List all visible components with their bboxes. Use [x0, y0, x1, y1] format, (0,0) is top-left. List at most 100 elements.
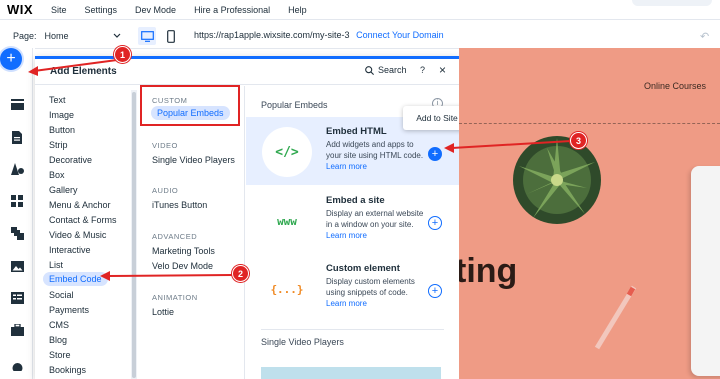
add-to-site-button[interactable]: + — [428, 284, 442, 298]
category-scrollbar-thumb[interactable] — [132, 92, 136, 378]
online-courses-text[interactable]: Online Courses — [644, 81, 706, 91]
sections-icon[interactable] — [7, 94, 27, 114]
subcategory-item[interactable]: Marketing Tools — [152, 246, 215, 256]
section-title: Popular Embeds — [261, 100, 328, 110]
connect-domain-link[interactable]: Connect Your Domain — [356, 30, 444, 40]
menu-settings[interactable]: Settings — [85, 5, 118, 15]
pages-icon[interactable] — [7, 127, 27, 147]
embed-description: Display custom elements using snippets o… — [326, 276, 426, 309]
category-item[interactable]: Decorative — [49, 155, 92, 165]
section-title: Single Video Players — [261, 337, 344, 347]
embed-name: Custom element — [326, 263, 400, 274]
category-item[interactable]: Bookings — [49, 365, 86, 375]
category-item[interactable]: Strip — [49, 140, 68, 150]
menu-dev-mode[interactable]: Dev Mode — [135, 5, 176, 15]
learn-more-link[interactable]: Learn more — [326, 162, 367, 171]
page-select[interactable]: Home — [45, 31, 121, 41]
divider — [261, 329, 444, 330]
subcategory-heading: ADVANCED — [152, 232, 198, 241]
panel-title: Add Elements — [50, 66, 117, 77]
close-icon[interactable]: × — [439, 63, 446, 77]
embed-name: Embed a site — [326, 195, 385, 206]
category-item[interactable]: Interactive — [49, 245, 91, 255]
callout-3: 3 — [570, 132, 587, 149]
cms-icon[interactable] — [7, 288, 27, 308]
hero-heading[interactable]: ting — [459, 252, 517, 291]
search-icon — [365, 65, 374, 75]
category-item[interactable]: Contact & Forms — [49, 215, 117, 225]
category-item[interactable]: Image — [49, 110, 74, 120]
add-to-site-button[interactable]: + — [428, 147, 442, 161]
category-item[interactable]: List — [49, 260, 63, 270]
subcategory-heading: VIDEO — [152, 141, 178, 150]
category-item[interactable]: Text — [49, 95, 66, 105]
www-icon: www — [262, 196, 312, 246]
add-elements-button[interactable]: + — [0, 48, 22, 70]
embed-description-text: Add widgets and apps to your site using … — [326, 140, 424, 160]
callout-2: 2 — [232, 265, 249, 282]
pencil-image[interactable] — [589, 282, 639, 352]
top-right-control[interactable] — [632, 0, 712, 6]
learn-more-link[interactable]: Learn more — [326, 299, 367, 308]
subcategory-item[interactable]: Velo Dev Mode — [152, 261, 213, 271]
embed-description-text: Display an external website in a window … — [326, 209, 424, 229]
custom-element-item[interactable]: {...} Custom element Display custom elem… — [246, 254, 459, 322]
category-item[interactable]: Box — [49, 170, 65, 180]
learn-more-link[interactable]: Learn more — [326, 231, 367, 240]
category-item[interactable]: CMS — [49, 320, 69, 330]
category-item[interactable]: Payments — [49, 305, 89, 315]
page-select-value: Home — [44, 31, 69, 41]
menu-help[interactable]: Help — [288, 5, 307, 15]
plant-image[interactable] — [489, 118, 619, 238]
desktop-view-button[interactable] — [138, 27, 156, 45]
wix-logo[interactable]: WIX — [7, 2, 51, 17]
portfolio-icon[interactable] — [7, 320, 27, 340]
callout-1: 1 — [114, 46, 131, 63]
embed-description-text: Display custom elements using snippets o… — [326, 277, 415, 297]
add-elements-panel: Add Elements Search ? × Text Image Butto… — [35, 56, 459, 379]
undo-icon[interactable]: ↶ — [700, 30, 709, 43]
design-icon[interactable] — [7, 159, 27, 179]
category-item[interactable]: Social — [49, 290, 74, 300]
more-icon[interactable] — [7, 356, 27, 376]
subcategory-item[interactable]: Single Video Players — [152, 155, 235, 165]
category-item-embed-code[interactable]: Embed Code — [43, 272, 108, 286]
panel-header: Add Elements Search ? × — [35, 59, 459, 85]
top-menu-bar: WIX Site Settings Dev Mode Hire a Profes… — [0, 0, 720, 20]
category-item[interactable]: Button — [49, 125, 75, 135]
category-item[interactable]: Menu & Anchor — [49, 200, 111, 210]
category-item[interactable]: Video & Music — [49, 230, 106, 240]
category-item[interactable]: Blog — [49, 335, 67, 345]
site-url-area: https://rap1apple.wixsite.com/my-site-3 … — [194, 30, 444, 40]
chevron-down-icon — [113, 31, 121, 41]
page-bar: Page: Home https://rap1apple.wixsite.com… — [0, 24, 720, 48]
site-url[interactable]: https://rap1apple.wixsite.com/my-site-3 — [194, 30, 350, 40]
highlight-box-popular-embeds — [140, 85, 240, 126]
mobile-view-button[interactable] — [162, 27, 180, 45]
embed-description: Add widgets and apps to your site using … — [326, 139, 426, 172]
subcategory-item[interactable]: iTunes Button — [152, 200, 207, 210]
keyboard-image[interactable] — [691, 166, 720, 376]
apps-icon[interactable] — [7, 191, 27, 211]
code-icon: </> — [262, 127, 312, 177]
search-label: Search — [378, 65, 407, 75]
mobile-icon — [167, 29, 175, 43]
category-item[interactable]: Gallery — [49, 185, 78, 195]
video-player-preview[interactable] — [261, 367, 441, 379]
category-list: Text Image Button Strip Decorative Box G… — [35, 86, 132, 379]
category-item[interactable]: Store — [49, 350, 71, 360]
site-canvas[interactable]: Online Courses ting — [459, 48, 720, 379]
panel-search-button[interactable]: Search — [365, 65, 407, 75]
media-icon[interactable] — [7, 256, 27, 276]
embed-site-item[interactable]: www Embed a site Display an external web… — [246, 186, 459, 254]
desktop-icon — [140, 30, 154, 42]
subcategory-item[interactable]: Lottie — [152, 307, 174, 317]
help-icon[interactable]: ? — [420, 65, 425, 75]
subcategory-heading: AUDIO — [152, 186, 179, 195]
subcategory-heading: ANIMATION — [152, 293, 198, 302]
add-to-site-button[interactable]: + — [428, 216, 442, 230]
menu-hire-professional[interactable]: Hire a Professional — [194, 5, 270, 15]
custom-element-icon: {...} — [262, 264, 312, 314]
menu-site[interactable]: Site — [51, 5, 67, 15]
business-icon[interactable] — [7, 223, 27, 243]
